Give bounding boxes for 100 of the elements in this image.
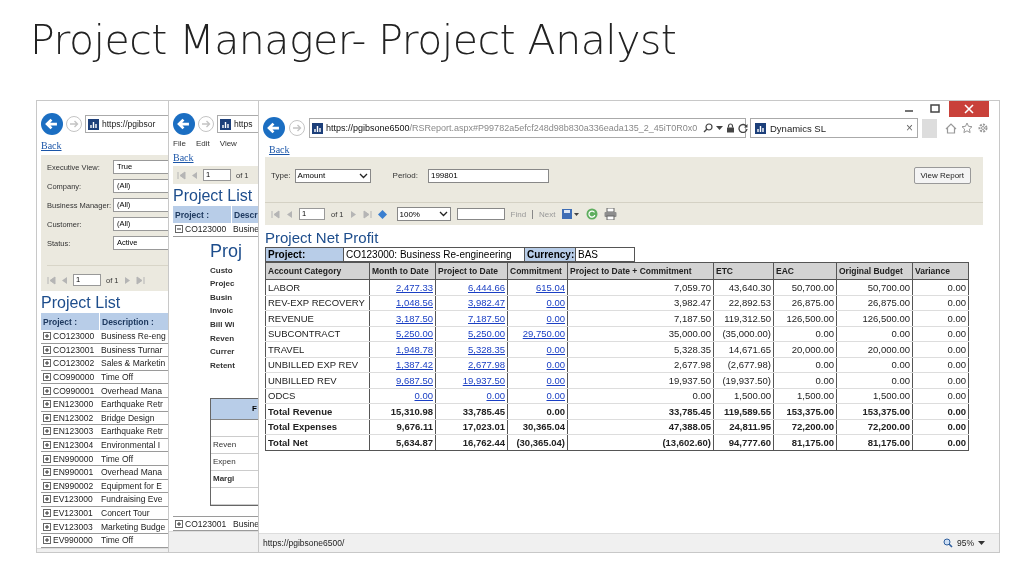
close-icon[interactable] (949, 101, 989, 117)
star-icon[interactable] (961, 122, 973, 134)
project-description: Equipment for E (100, 480, 163, 491)
expand-icon[interactable] (43, 345, 51, 354)
expand-icon[interactable] (43, 332, 51, 341)
column-header[interactable]: Descr (232, 206, 258, 223)
expand-icon[interactable] (43, 427, 51, 436)
expand-icon[interactable] (43, 454, 51, 463)
expand-icon[interactable] (43, 441, 51, 450)
amount: 0.00 (912, 341, 969, 357)
expand-icon[interactable] (43, 373, 51, 382)
amount: 22,892.53 (713, 295, 774, 311)
view-report-button[interactable]: View Report (913, 167, 971, 184)
amount: 153,375.00 (773, 403, 837, 419)
settings-icon[interactable] (977, 122, 989, 134)
back-link[interactable]: Back (265, 142, 294, 157)
account-category: ODCS (265, 388, 370, 404)
refresh-icon[interactable] (738, 123, 749, 133)
zoom-dropdown[interactable]: 100% (396, 207, 451, 221)
slide-title: Project Manager- Project Analyst (30, 16, 677, 64)
amount: 5,634.87 (369, 434, 436, 450)
site-logo-icon (220, 118, 231, 130)
amount: 35,000.00 (567, 326, 714, 342)
caret-icon[interactable] (716, 125, 724, 131)
type-dropdown[interactable]: Amount (294, 168, 371, 183)
back-icon[interactable] (41, 113, 63, 135)
expand-icon[interactable] (43, 495, 51, 504)
amount: (19,937.50) (713, 372, 774, 388)
expand-icon[interactable] (43, 386, 51, 395)
site-logo-icon (312, 122, 323, 134)
column-header: ETC (713, 262, 774, 280)
account-category: LABOR (265, 279, 370, 295)
project-description: Concert Tour (100, 508, 151, 518)
url-text: https://pgibsone6500/RSReport.aspx#P99782a5efcf248d98b830a336eada135_2_45iT0R0x0 (326, 123, 698, 133)
expand-icon[interactable] (43, 509, 51, 517)
print-icon[interactable] (603, 208, 617, 220)
export-icon[interactable] (561, 208, 580, 220)
project-id: EV123003 (53, 521, 93, 532)
amount-link[interactable]: 0.00 (486, 390, 505, 402)
back-icon[interactable] (173, 113, 195, 135)
account-category: UNBILLED REV (265, 372, 370, 388)
home-icon[interactable] (945, 122, 957, 134)
expand-icon[interactable] (43, 536, 51, 545)
column-header[interactable]: Description : (100, 313, 168, 330)
account-category: REV-EXP RECOVERY (265, 295, 370, 311)
caret-icon[interactable] (978, 540, 985, 546)
address-bar[interactable]: https://pgibsone6500/RSReport.aspx#P99782a5efcf248d98b830a336eada135_2_45iT0R0x0 (309, 118, 746, 138)
amount: 9,676.11 (369, 419, 436, 435)
amount: 26,875.00 (836, 295, 913, 311)
column-header[interactable]: Project : (173, 206, 232, 223)
browser-tab[interactable]: Dynamics SL × (750, 118, 919, 138)
expand-icon[interactable] (43, 400, 51, 409)
amount: 0.00 (912, 310, 969, 326)
caret-icon (438, 211, 448, 217)
project-description: Fundraising Eve (100, 494, 164, 505)
period-field[interactable]: 199801 (427, 168, 549, 183)
project-id: EN990002 (53, 480, 94, 491)
amount: 0.00 (773, 326, 837, 342)
amount: (2,677.98) (713, 357, 774, 373)
amount: 0.00 (912, 434, 969, 450)
project-description: Earthquake Retr (100, 399, 164, 410)
find-field[interactable] (456, 208, 505, 220)
field-label: Busin (210, 291, 233, 304)
expand-icon[interactable] (43, 468, 51, 477)
amount: 1,500.00 (713, 388, 774, 404)
address-bar[interactable]: https (217, 115, 258, 133)
expand-icon[interactable] (43, 359, 51, 368)
zoom-icon (943, 538, 953, 548)
expand-icon[interactable] (175, 519, 183, 528)
project-id: CO123001 (53, 344, 95, 355)
tab-close-button[interactable]: × (906, 121, 914, 135)
back-link[interactable]: Back (169, 150, 198, 165)
address-bar[interactable]: https://pgibsor (85, 115, 168, 133)
menu-item[interactable]: File (173, 139, 186, 148)
search-icon[interactable] (703, 123, 714, 133)
back-link[interactable]: Back (37, 138, 66, 153)
amount: 0.00 (912, 357, 969, 373)
collapse-icon[interactable] (175, 225, 183, 234)
back-icon[interactable] (263, 117, 285, 139)
account-category: TRAVEL (265, 341, 370, 357)
menu-item[interactable]: View (219, 139, 237, 148)
report-title: Project Net Profit (265, 228, 380, 247)
expand-icon[interactable] (43, 522, 51, 531)
amount: 126,500.00 (836, 310, 913, 326)
field-label: Bill Wi (210, 318, 235, 331)
amount: 50,700.00 (836, 279, 913, 295)
parent-report-icon[interactable] (377, 209, 387, 219)
project-description: Time Off (100, 535, 135, 546)
column-header: Project to Date (435, 262, 508, 280)
project-description: Bridge Design (100, 412, 156, 423)
project-description: Time Off (100, 372, 135, 383)
menu-item[interactable]: Edit (195, 139, 210, 148)
account-category: REVENUE (265, 310, 370, 326)
account-category: SUBCONTRACT (265, 326, 370, 342)
expand-icon[interactable] (43, 413, 51, 422)
summary-header: F (211, 399, 258, 421)
project-description: Environmental I (100, 440, 162, 451)
expand-icon[interactable] (43, 481, 51, 490)
project-id: EN123003 (53, 426, 94, 437)
column-header[interactable]: Project : (41, 313, 100, 330)
